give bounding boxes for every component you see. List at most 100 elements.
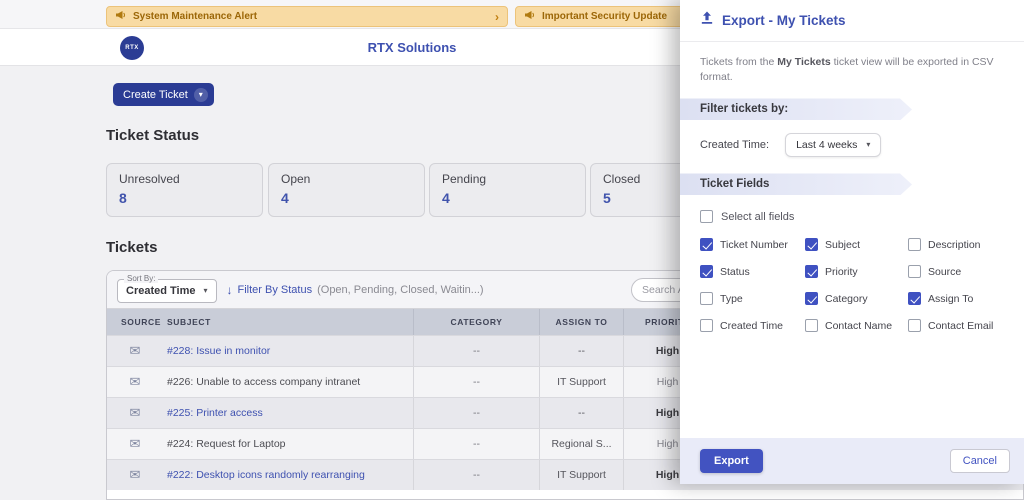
ticket-category: -- [413,429,539,459]
field-category[interactable]: Category [805,292,908,305]
checkbox[interactable] [805,265,818,278]
ticket-subject-link[interactable]: #225: Printer access [163,407,413,419]
status-card-unresolved[interactable]: Unresolved 8 [106,163,263,217]
created-time-row: Created Time: Last 4 weeks ▾ [700,133,1024,157]
caret-down-icon: ▾ [204,287,208,295]
mail-icon: ✉ [107,374,163,390]
card-count: 4 [281,190,412,206]
field-priority[interactable]: Priority [805,265,908,278]
filter-by-status[interactable]: ↓ Filter By Status (Open, Pending, Close… [227,283,484,297]
ticket-subject-link[interactable]: #226: Unable to access company intranet [163,376,413,388]
ticket-category: -- [413,398,539,428]
checkbox[interactable] [700,265,713,278]
field-source[interactable]: Source [908,265,1004,278]
field-label: Assign To [928,293,973,305]
checkbox[interactable] [908,292,921,305]
select-all-fields[interactable]: Select all fields [700,210,1004,223]
field-subject[interactable]: Subject [805,238,908,251]
export-button[interactable]: Export [700,449,763,473]
checkbox[interactable] [805,238,818,251]
field-label: Description [928,239,981,251]
export-panel-title: Export - My Tickets [722,13,846,28]
sort-by-label: Sort By: [124,274,158,283]
select-all-checkbox[interactable] [700,210,713,223]
checkbox[interactable] [908,238,921,251]
arrow-down-icon: ↓ [227,283,233,297]
column-header-subject[interactable]: SUBJECT [163,317,413,327]
alert-banner-maintenance[interactable]: System Maintenance Alert › [106,6,508,27]
created-time-label: Created Time: [700,139,769,151]
megaphone-icon [524,8,536,26]
column-header-category[interactable]: CATEGORY [413,309,539,335]
checkbox[interactable] [805,319,818,332]
field-label: Priority [825,266,858,278]
checkbox[interactable] [700,319,713,332]
alert-label: System Maintenance Alert [133,11,489,22]
ticket-assign-to: -- [539,336,623,366]
tickets-heading: Tickets [106,239,157,256]
sort-by-dropdown[interactable]: Sort By: Created Time ▾ [117,279,217,303]
field-label: Type [720,293,743,305]
filter-section-banner: Filter tickets by: [680,98,912,120]
ticket-fields-grid: Ticket Number Subject Description Status… [700,238,1004,332]
ticket-assign-to: IT Support [539,460,623,490]
ticket-fields-banner: Ticket Fields [680,173,912,195]
status-card-open[interactable]: Open 4 [268,163,425,217]
ticket-assign-to: -- [539,398,623,428]
created-time-dropdown[interactable]: Last 4 weeks ▾ [785,133,881,157]
field-contact-name[interactable]: Contact Name [805,319,908,332]
caret-down-icon: ▾ [866,141,870,149]
field-label: Status [720,266,750,278]
card-label: Unresolved [119,172,250,186]
field-created-time[interactable]: Created Time [700,319,805,332]
export-panel-footer: Export Cancel [680,438,1024,484]
megaphone-icon [115,8,127,26]
field-label: Ticket Number [720,239,788,251]
field-contact-email[interactable]: Contact Email [908,319,1004,332]
card-count: 8 [119,190,250,206]
checkbox[interactable] [700,292,713,305]
column-header-source[interactable]: SOURCE [107,317,163,327]
field-label: Category [825,293,868,305]
mail-icon: ✉ [107,467,163,483]
ticket-subject-link[interactable]: #224: Request for Laptop [163,438,413,450]
select-all-label: Select all fields [721,211,794,223]
card-label: Pending [442,172,573,186]
field-label: Subject [825,239,860,251]
checkbox[interactable] [908,265,921,278]
filter-hint: (Open, Pending, Closed, Waitin...) [317,284,484,296]
create-ticket-label: Create Ticket [123,89,188,101]
field-assign-to[interactable]: Assign To [908,292,1004,305]
ticket-assign-to: Regional S... [539,429,623,459]
mail-icon: ✉ [107,405,163,421]
create-ticket-button[interactable]: Create Ticket ▾ [113,83,214,106]
export-panel-header: Export - My Tickets [680,0,1024,42]
created-time-value: Last 4 weeks [796,139,857,151]
column-header-assign-to[interactable]: ASSIGN TO [539,309,623,335]
field-label: Contact Email [928,320,993,332]
field-status[interactable]: Status [700,265,805,278]
cancel-button[interactable]: Cancel [950,449,1010,473]
field-type[interactable]: Type [700,292,805,305]
checkbox[interactable] [805,292,818,305]
checkbox[interactable] [700,238,713,251]
ticket-category: -- [413,336,539,366]
field-label: Contact Name [825,320,892,332]
export-description: Tickets from the My Tickets ticket view … [700,55,1004,85]
card-count: 4 [442,190,573,206]
ticket-subject-link[interactable]: #228: Issue in monitor [163,345,413,357]
description-view-name: My Tickets [777,56,831,68]
ticket-category: -- [413,367,539,397]
checkbox[interactable] [908,319,921,332]
chevron-right-icon[interactable]: › [495,11,499,23]
chevron-down-icon: ▾ [194,88,208,102]
ticket-category: -- [413,460,539,490]
field-ticket-number[interactable]: Ticket Number [700,238,805,251]
ticket-status-heading: Ticket Status [106,127,199,144]
ticket-subject-link[interactable]: #222: Desktop icons randomly rearranging [163,469,413,481]
field-description[interactable]: Description [908,238,1004,251]
brand-logo[interactable]: RTX [120,36,144,60]
status-card-pending[interactable]: Pending 4 [429,163,586,217]
upload-icon [700,11,714,30]
field-label: Source [928,266,961,278]
